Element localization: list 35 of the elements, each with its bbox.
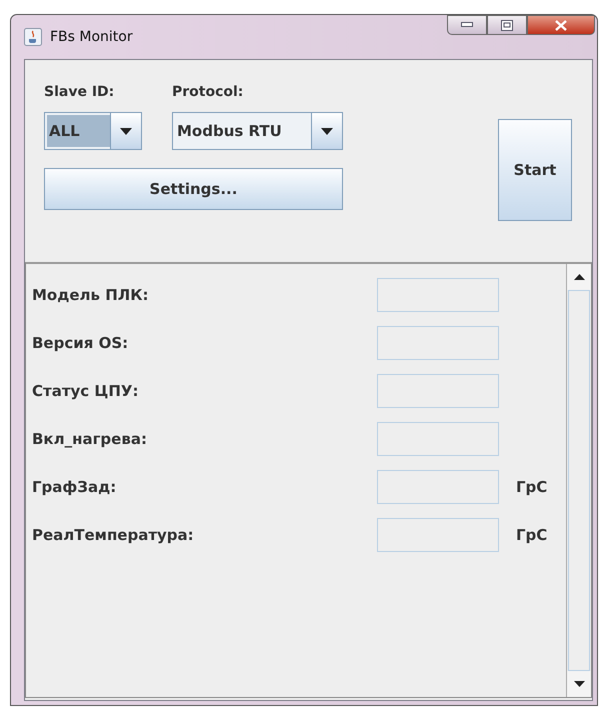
scroll-up-button[interactable] xyxy=(567,264,591,290)
field-label: Вкл_нагрева: xyxy=(32,430,148,448)
input-field[interactable] xyxy=(377,470,499,504)
field-label: РеалТемпература: xyxy=(32,526,195,544)
settings-button[interactable]: Settings... xyxy=(44,168,343,210)
maximize-button[interactable] xyxy=(487,15,527,35)
minimize-icon xyxy=(461,22,473,28)
close-icon xyxy=(554,20,568,30)
field-label: Статус ЦПУ: xyxy=(32,382,140,400)
slave-id-label: Slave ID: xyxy=(44,84,116,100)
protocol-label: Protocol: xyxy=(172,84,244,100)
down-arrow-icon xyxy=(574,681,584,687)
scroll-down-button[interactable] xyxy=(567,671,591,697)
input-field[interactable] xyxy=(377,422,499,456)
field-label: ГрафЗад: xyxy=(32,478,118,496)
input-field[interactable] xyxy=(377,518,499,552)
window-title: FBs Monitor xyxy=(50,29,133,45)
minimize-button[interactable] xyxy=(447,15,487,35)
slave-id-dropdown[interactable]: ALL xyxy=(44,112,142,150)
java-cup-icon xyxy=(24,28,42,46)
input-field[interactable] xyxy=(377,278,499,312)
scrollbar[interactable] xyxy=(566,264,591,697)
field-label: Модель ПЛК: xyxy=(32,286,150,304)
start-button[interactable]: Start xyxy=(498,119,572,221)
input-field[interactable] xyxy=(377,326,499,360)
unit-label: ГрС xyxy=(516,526,548,544)
field-label: Версия OS: xyxy=(32,334,130,352)
up-arrow-icon xyxy=(574,274,584,280)
protocol-dropdown[interactable]: Modbus RTU xyxy=(172,112,343,150)
maximize-icon xyxy=(501,20,513,30)
caret-icon xyxy=(321,128,333,134)
caret-icon xyxy=(120,128,132,134)
close-button[interactable] xyxy=(527,15,595,35)
input-field[interactable] xyxy=(377,374,499,408)
unit-label: ГрС xyxy=(516,478,548,496)
